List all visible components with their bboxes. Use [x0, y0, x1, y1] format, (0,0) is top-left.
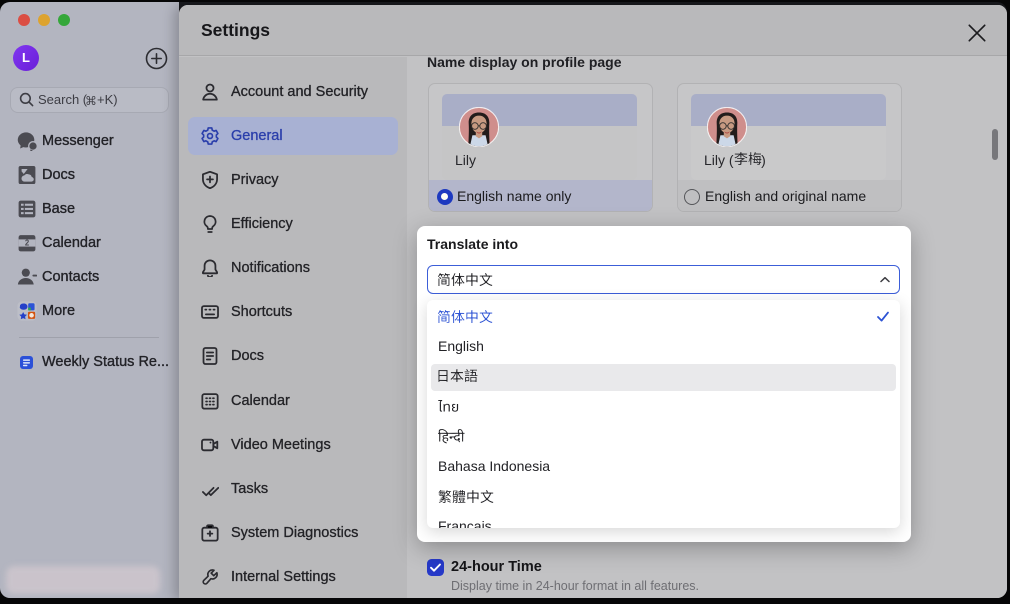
- svg-text:2: 2: [25, 239, 30, 248]
